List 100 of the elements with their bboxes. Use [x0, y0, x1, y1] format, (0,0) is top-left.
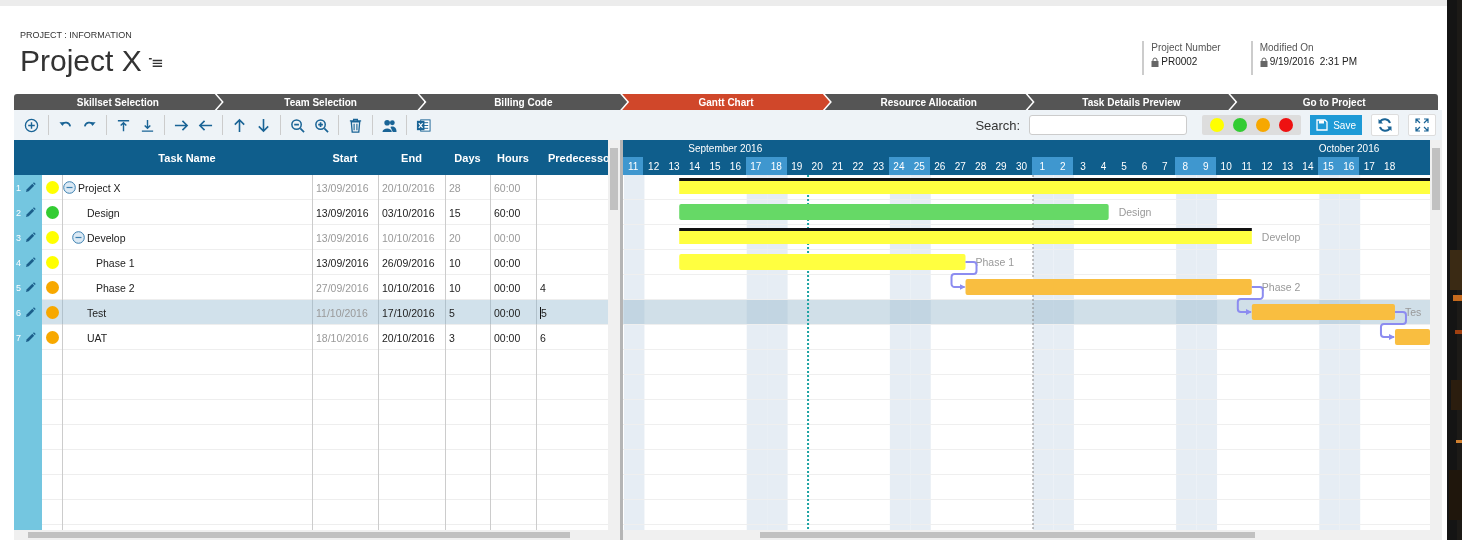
day-label: 18 [766, 157, 787, 175]
days-value: 5 [449, 306, 455, 319]
fullscreen-button[interactable] [1408, 114, 1436, 136]
color-filter-dot[interactable] [1256, 118, 1271, 132]
day-label: 17 [1362, 159, 1376, 174]
day-label: 23 [871, 159, 886, 174]
arrow-down-icon[interactable] [256, 117, 271, 133]
start-date: 18/10/2016 [316, 331, 369, 344]
predecessor-value[interactable]: 5 [540, 306, 547, 319]
field-label: Modified On [1259, 42, 1315, 53]
task-name: Design [87, 206, 120, 219]
end-date: 03/10/2016 [382, 206, 435, 219]
arrow-to-top-icon[interactable] [116, 117, 131, 133]
start-date: 13/09/2016 [316, 181, 369, 194]
step-tab[interactable]: Billing Code [419, 94, 628, 110]
pencil-icon[interactable] [25, 307, 36, 318]
day-label: 21 [831, 159, 845, 174]
scrollbar-thumb[interactable] [760, 532, 1255, 538]
trash-icon[interactable] [348, 117, 363, 133]
search-field[interactable] [1029, 115, 1188, 135]
day-label: 11 [1240, 159, 1253, 174]
column-header[interactable]: Start [312, 151, 378, 164]
hours-value: 00:00 [494, 281, 521, 294]
scrollbar[interactable] [608, 140, 620, 530]
day-label: 13 [1280, 159, 1295, 174]
start-date: 13/09/2016 [316, 256, 369, 269]
step-tab[interactable]: Task Details Preview [1027, 94, 1236, 110]
end-date: 20/10/2016 [382, 181, 435, 194]
scrollbar-thumb[interactable] [1432, 148, 1440, 210]
zoom-in-icon[interactable] [314, 117, 329, 133]
pencil-icon[interactable] [25, 232, 36, 243]
end-date: 26/09/2016 [382, 256, 435, 269]
days-value: 15 [449, 206, 461, 219]
start-date: 11/10/2016 [316, 306, 368, 319]
scrollbar-thumb[interactable] [610, 148, 618, 210]
arrow-to-bottom-icon[interactable] [140, 117, 155, 133]
day-label: 10 [1219, 159, 1233, 174]
day-label: 14 [687, 159, 702, 174]
day-label: 15 [1318, 157, 1339, 175]
days-value: 3 [449, 331, 455, 344]
hours-value: 00:00 [494, 306, 521, 319]
column-header[interactable]: Predecesso [536, 151, 608, 164]
day-label: 5 [1120, 159, 1128, 174]
step-tab[interactable]: Gantt Chart [622, 94, 830, 110]
color-filter-dot[interactable] [1279, 118, 1294, 132]
bar-label: Design [1118, 206, 1152, 218]
row-number: 7 [16, 332, 21, 343]
pencil-icon[interactable] [25, 207, 36, 218]
color-filter-dot[interactable] [1233, 118, 1248, 132]
column-header[interactable]: End [378, 151, 445, 164]
task-name: Project X [78, 181, 121, 194]
field-value: PR0002 [1161, 56, 1198, 67]
column-header[interactable]: Task Name [62, 151, 312, 164]
scrollbar-thumb[interactable] [28, 532, 570, 538]
day-label: 25 [909, 157, 930, 175]
predecessor-value: 4 [540, 281, 546, 294]
zoom-out-icon[interactable] [290, 117, 305, 133]
refresh-button[interactable] [1371, 114, 1399, 136]
end-date: 20/10/2016 [382, 331, 435, 344]
task-name: Phase 1 [96, 256, 135, 269]
bar-label: Tes [1404, 306, 1422, 318]
pencil-icon[interactable] [25, 282, 36, 293]
day-label: 22 [851, 159, 865, 174]
summary-bar[interactable] [679, 228, 1252, 244]
step-tab[interactable]: Go to Project [1230, 94, 1439, 110]
hours-value: 00:00 [494, 256, 521, 269]
step-tab[interactable]: Skillset Selection [14, 94, 222, 110]
day-label: 16 [728, 159, 742, 174]
summary-bar[interactable] [679, 178, 1430, 194]
color-filter-dot[interactable] [1210, 118, 1225, 132]
day-label: 15 [708, 159, 722, 174]
scrollbar[interactable] [14, 530, 620, 540]
people-icon[interactable] [382, 117, 397, 133]
day-label: 3 [1079, 159, 1087, 174]
field-label: Project Number [1151, 42, 1221, 53]
day-label: 18 [1383, 159, 1397, 174]
field-value: 9/19/2016 2:31 PM [1269, 56, 1357, 67]
column-header[interactable]: Days [445, 151, 490, 164]
column-header[interactable]: Hours [490, 151, 536, 164]
days-value: 10 [449, 281, 461, 294]
day-label: 17 [745, 157, 767, 175]
scrollbar[interactable] [1430, 140, 1442, 530]
step-tab[interactable]: Team Selection [216, 94, 425, 110]
pencil-icon[interactable] [25, 182, 36, 193]
day-label: 12 [1260, 159, 1274, 174]
hours-value: 60:00 [494, 206, 521, 219]
arrow-up-icon[interactable] [232, 117, 247, 133]
end-date: 17/10/2016 [382, 306, 435, 319]
row-number: 6 [16, 307, 21, 318]
pencil-icon[interactable] [25, 257, 36, 268]
collapse-icon[interactable] [63, 181, 76, 194]
scrollbar[interactable] [623, 530, 1442, 540]
step-tab[interactable]: Resource Allocation [824, 94, 1033, 110]
pencil-icon[interactable] [25, 332, 36, 343]
hours-value: 60:00 [494, 181, 521, 194]
task-name: Phase 2 [96, 281, 135, 294]
collapse-icon[interactable] [72, 231, 85, 244]
task-name: Test [87, 306, 107, 319]
spreadsheet-icon[interactable] [416, 117, 431, 133]
plus-circle-icon[interactable] [24, 117, 39, 133]
